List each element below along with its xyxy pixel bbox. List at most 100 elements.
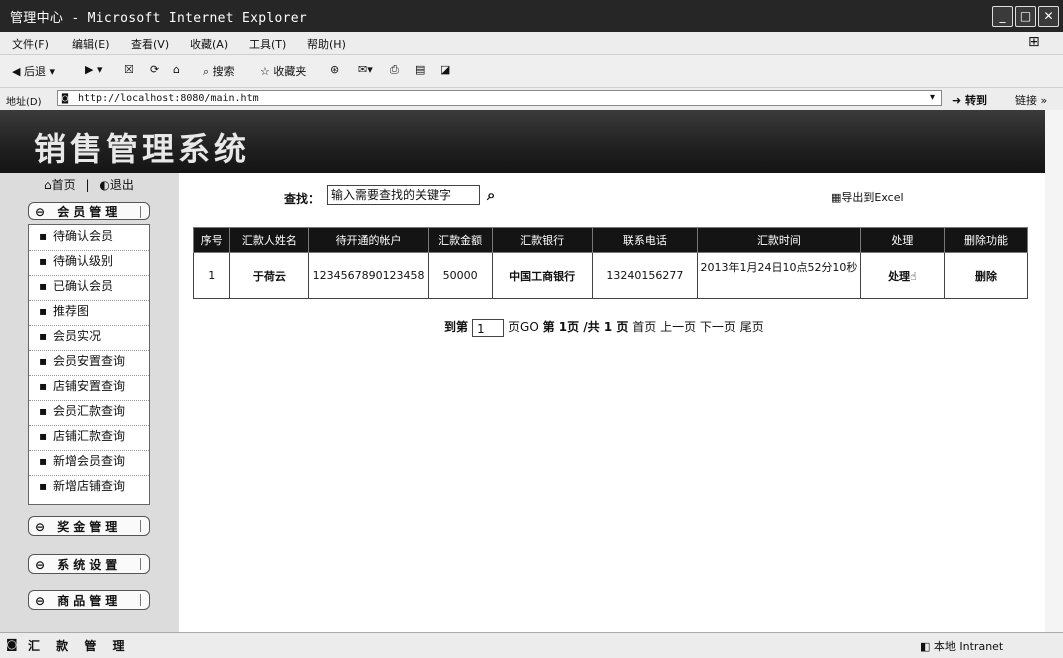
mail-icon[interactable]: ✉▾ (358, 63, 373, 76)
group-label: 商品管理 (57, 594, 122, 608)
group-bonus-management[interactable]: ⊖ 奖金管理 (28, 516, 150, 536)
minimize-button[interactable]: _ (992, 6, 1013, 27)
address-url: http://localhost:8080/main.htm (78, 93, 259, 104)
delete-link[interactable]: 删除 (975, 270, 997, 283)
sidebar-item-label: 店铺安置查询 (53, 379, 126, 393)
sidebar-item-new-stores[interactable]: ▪ 新增店铺查询 (29, 475, 149, 500)
sidebar-item-member-status[interactable]: ▪ 会员实况 (29, 325, 149, 351)
cell-delete: 删除 (943, 252, 1029, 299)
member-menu: ▪ 待确认会员 ▪ 待确认级别 ▪ 已确认会员 ▪ 推荐图 ▪ 会员实况 ▪ 会员安置查询 … (28, 224, 150, 505)
search-input[interactable]: 输入需要查找的关键字 (327, 185, 480, 205)
header-phone: 联系电话 (591, 227, 698, 253)
print-icon[interactable]: ⎙ (390, 63, 399, 77)
sidebar-item-new-members[interactable]: ▪ 新增会员查询 (29, 450, 149, 476)
sidebar-item-store-placement[interactable]: ▪ 店铺安置查询 (29, 375, 149, 401)
cell-phone: 13240156277 (591, 252, 698, 299)
address-bar: 地址(D) ◙ http://localhost:8080/main.htm ▾… (0, 88, 1063, 111)
menu-file[interactable]: 文件(F) (12, 36, 49, 52)
close-button[interactable]: ✕ (1038, 6, 1059, 27)
sidebar-item-member-placement[interactable]: ▪ 会员安置查询 (29, 350, 149, 376)
back-button[interactable]: ◀ 后退 ▾ (12, 63, 55, 79)
pager-first[interactable]: 首页 (632, 320, 656, 334)
header-account: 待开通的帐户 (308, 227, 429, 253)
menu-edit[interactable]: 编辑(E) (72, 36, 110, 52)
sidebar-item-label: 新增店铺查询 (53, 479, 126, 493)
menu-favorites[interactable]: 收藏(A) (190, 36, 228, 52)
export-excel-link[interactable]: ▦导出到Excel (831, 189, 904, 205)
bullet-icon: ▪ (39, 329, 48, 343)
sidebar-item-referral-chart[interactable]: ▪ 推荐图 (29, 300, 149, 326)
collapse-icon: ⊖ (35, 520, 50, 534)
hand-cursor-icon: ☝ (910, 269, 917, 283)
sidebar-item-pending-members[interactable]: ▪ 待确认会员 (29, 225, 149, 251)
cell-bank: 中国工商银行 (491, 252, 593, 299)
forward-button[interactable]: ▶ ▾ (85, 63, 102, 76)
header-remitter-name: 汇款人姓名 (229, 227, 310, 253)
logout-link[interactable]: ◐退出 (99, 178, 134, 192)
status-text: 汇 款 管 理 (28, 639, 131, 653)
group-label: 奖金管理 (57, 520, 122, 534)
refresh-icon[interactable]: ⟳ (150, 63, 159, 76)
home-link[interactable]: ⌂首页 (44, 178, 76, 192)
edit-icon[interactable]: ▤ (415, 63, 425, 76)
history-icon[interactable]: ⊛ (330, 63, 339, 76)
search-button[interactable]: ⌕ 搜索 (203, 63, 235, 79)
bullet-icon: ▪ (39, 279, 48, 293)
windows-logo-icon: ⊞ (1028, 34, 1040, 50)
remittance-table: 序号 汇款人姓名 待开通的帐户 汇款金额 汇款银行 联系电话 汇款时间 处理 删… (192, 227, 1029, 299)
title-bar: 管理中心 - Microsoft Internet Explorer _ □ ✕ (0, 0, 1063, 32)
bullet-icon: ▪ (39, 429, 48, 443)
back-label: 后退 (23, 65, 46, 78)
zone-indicator: ◧ 本地 Intranet (920, 638, 1003, 654)
group-system-settings[interactable]: ⊖ 系统设置 (28, 554, 150, 574)
address-dropdown-icon[interactable]: ▾ (930, 92, 935, 103)
links-button[interactable]: 链接 » (1015, 92, 1047, 108)
maximize-button[interactable]: □ (1015, 6, 1036, 27)
pager-goto-prefix: 到第 (444, 320, 469, 334)
go-button[interactable]: ➜ 转到 (952, 92, 987, 108)
cell-index: 1 (192, 252, 231, 299)
sidebar-item-confirmed-members[interactable]: ▪ 已确认会员 (29, 275, 149, 301)
collapse-icon: ⊖ (35, 558, 50, 572)
table-row: 1 于荷云 1234567890123458 50000 中国工商银行 1324… (192, 252, 1029, 299)
logout-link-label: 退出 (109, 178, 134, 192)
address-input[interactable]: ◙ http://localhost:8080/main.htm (57, 90, 942, 106)
menu-bar: 文件(F) 编辑(E) 查看(V) 收藏(A) 工具(T) 帮助(H) ⊞ (0, 32, 1063, 55)
bullet-icon: ▪ (39, 229, 48, 243)
page-number-input[interactable]: 1 (472, 318, 505, 337)
search-icon[interactable]: ⌕ (487, 186, 495, 204)
menu-tools[interactable]: 工具(T) (249, 36, 286, 52)
group-label: 会员管理 (57, 205, 122, 219)
pager: 到第 1 页GO 第 1页 /共 1 页 首页 上一页 下一页 尾页 (444, 318, 764, 337)
pager-go-button[interactable]: 页GO (508, 320, 539, 334)
stop-icon[interactable]: ☒ (124, 63, 134, 76)
page-scrollbar[interactable] (1045, 110, 1063, 632)
sidebar-item-pending-levels[interactable]: ▪ 待确认级别 (29, 250, 149, 276)
menu-help[interactable]: 帮助(H) (307, 36, 346, 52)
group-member-management[interactable]: ⊖ 会员管理 (28, 202, 150, 220)
zone-label: 本地 Intranet (933, 640, 1004, 653)
process-link[interactable]: 处理 (888, 270, 910, 283)
pager-last[interactable]: 尾页 (740, 320, 764, 334)
sidebar-item-label: 会员实况 (53, 329, 102, 343)
cell-amount: 50000 (427, 252, 493, 299)
table-header-row: 序号 汇款人姓名 待开通的帐户 汇款金额 汇款银行 联系电话 汇款时间 处理 删… (192, 227, 1029, 253)
group-product-management[interactable]: ⊖ 商品管理 (28, 590, 150, 610)
cell-time: 2013年1月24日10点52分10秒 (696, 252, 861, 299)
search-label: 搜索 (212, 65, 235, 78)
header-time: 汇款时间 (696, 227, 861, 253)
favorites-button[interactable]: ☆ 收藏夹 (260, 63, 306, 79)
menu-view[interactable]: 查看(V) (131, 36, 169, 52)
bullet-icon: ▪ (39, 404, 48, 418)
sidebar-item-member-remittance[interactable]: ▪ 会员汇款查询 (29, 400, 149, 426)
export-label: 导出到Excel (841, 191, 904, 204)
pager-next[interactable]: 下一页 (700, 320, 736, 334)
pager-prev[interactable]: 上一页 (660, 320, 696, 334)
messenger-icon[interactable]: ◪ (440, 63, 450, 76)
bullet-icon: ▪ (39, 454, 48, 468)
home-icon[interactable]: ⌂ (173, 63, 180, 76)
favorites-label: 收藏夹 (273, 65, 307, 78)
page-icon: ◙ (62, 93, 69, 104)
sidebar-item-store-remittance[interactable]: ▪ 店铺汇款查询 (29, 425, 149, 451)
header-delete: 删除功能 (943, 227, 1029, 253)
